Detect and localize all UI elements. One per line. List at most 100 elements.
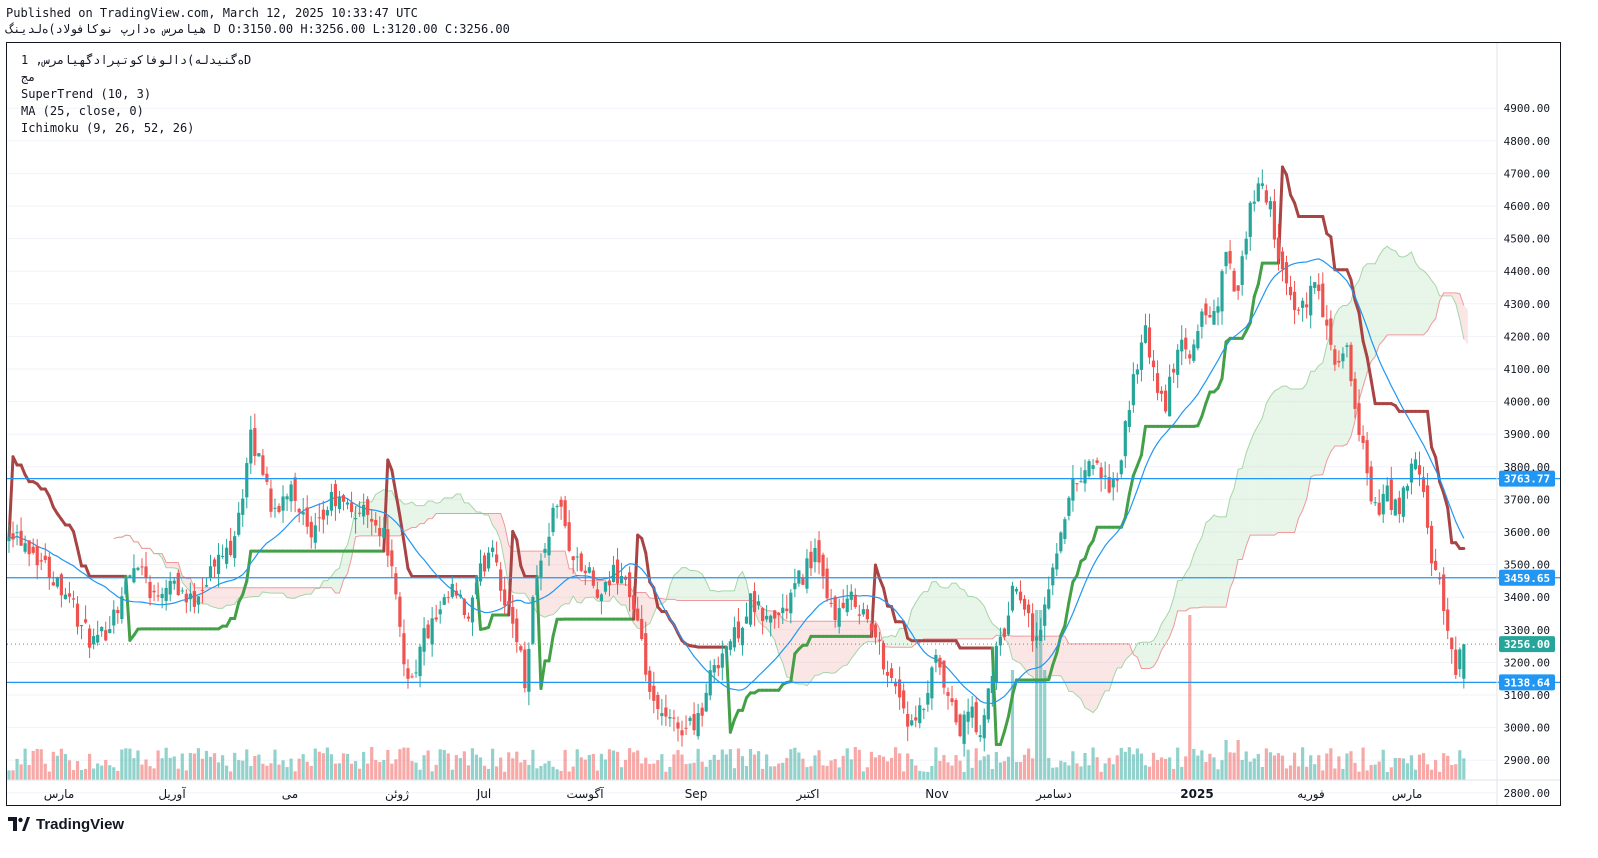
candle-body[interactable] bbox=[79, 624, 84, 627]
candle-body[interactable] bbox=[676, 722, 680, 729]
candle-body[interactable] bbox=[1357, 403, 1361, 435]
candle-body[interactable] bbox=[27, 540, 31, 555]
candle-body[interactable] bbox=[978, 735, 982, 738]
candle-body[interactable] bbox=[1155, 373, 1160, 393]
candle-body[interactable] bbox=[1397, 497, 1401, 515]
candle-body[interactable] bbox=[950, 698, 954, 703]
candle-body[interactable] bbox=[1022, 598, 1027, 610]
candle-body[interactable] bbox=[1143, 325, 1148, 343]
candle-body[interactable] bbox=[656, 694, 660, 710]
price-chart[interactable]: 3763.77 3459.65 3138.64 3256.00 2800.00 2900.… bbox=[7, 43, 1560, 805]
candle-body[interactable] bbox=[297, 508, 301, 513]
candle-body[interactable] bbox=[974, 702, 978, 733]
candle-body[interactable] bbox=[817, 540, 821, 563]
candle-body[interactable] bbox=[765, 615, 769, 620]
candle-body[interactable] bbox=[942, 660, 946, 688]
candle-body[interactable] bbox=[1280, 251, 1285, 270]
candle-body[interactable] bbox=[261, 455, 265, 475]
candle-body[interactable] bbox=[434, 617, 438, 620]
candle-body[interactable] bbox=[92, 636, 96, 645]
candle-body[interactable] bbox=[39, 560, 43, 562]
candle-body[interactable] bbox=[83, 619, 88, 623]
candle-body[interactable] bbox=[1035, 636, 1039, 641]
candle-body[interactable] bbox=[1236, 285, 1240, 291]
candle-body[interactable] bbox=[1405, 485, 1410, 491]
candle-body[interactable] bbox=[241, 498, 245, 515]
candle-body[interactable] bbox=[700, 707, 704, 716]
candle-body[interactable] bbox=[1176, 349, 1180, 375]
candle-body[interactable] bbox=[1006, 615, 1011, 635]
candle-body[interactable] bbox=[970, 706, 974, 718]
candle-body[interactable] bbox=[329, 491, 333, 511]
candle-body[interactable] bbox=[515, 618, 519, 643]
candle-body[interactable] bbox=[1224, 252, 1228, 267]
candle-body[interactable] bbox=[7, 536, 11, 542]
candle-body[interactable] bbox=[301, 512, 305, 515]
candle-body[interactable] bbox=[1087, 461, 1091, 477]
candle-body[interactable] bbox=[1188, 354, 1192, 359]
candle-body[interactable] bbox=[885, 671, 890, 676]
candle-body[interactable] bbox=[531, 597, 535, 644]
candle-body[interactable] bbox=[1381, 493, 1385, 515]
candle-body[interactable] bbox=[857, 614, 861, 616]
candle-body[interactable] bbox=[720, 653, 724, 668]
candle-body[interactable] bbox=[1095, 460, 1099, 463]
candle-body[interactable] bbox=[1091, 465, 1095, 469]
candle-body[interactable] bbox=[607, 580, 612, 586]
candle-body[interactable] bbox=[15, 532, 19, 534]
candle-body[interactable] bbox=[1309, 285, 1313, 316]
candle-body[interactable] bbox=[664, 707, 668, 717]
candle-body[interactable] bbox=[1151, 360, 1156, 368]
candle-body[interactable] bbox=[450, 583, 454, 598]
candle-body[interactable] bbox=[172, 580, 176, 584]
candle-body[interactable] bbox=[470, 597, 475, 623]
candle-body[interactable] bbox=[877, 639, 882, 641]
candle-body[interactable] bbox=[200, 589, 205, 591]
candle-body[interactable] bbox=[894, 682, 898, 687]
candle-body[interactable] bbox=[208, 566, 213, 578]
candle-body[interactable] bbox=[825, 568, 829, 599]
candle-body[interactable] bbox=[1071, 478, 1075, 501]
candle-body[interactable] bbox=[563, 500, 567, 527]
candle-body[interactable] bbox=[1216, 306, 1220, 313]
candle-body[interactable] bbox=[1434, 560, 1438, 570]
candle-body[interactable] bbox=[1413, 459, 1418, 470]
candle-body[interactable] bbox=[539, 560, 543, 577]
candle-body[interactable] bbox=[595, 589, 599, 598]
candle-body[interactable] bbox=[132, 568, 136, 583]
candle-body[interactable] bbox=[1345, 345, 1349, 347]
candle-body[interactable] bbox=[293, 477, 297, 501]
candle-body[interactable] bbox=[813, 548, 817, 563]
candle-body[interactable] bbox=[958, 714, 962, 737]
candle-body[interactable] bbox=[63, 594, 68, 600]
candle-body[interactable] bbox=[688, 717, 692, 721]
candle-body[interactable] bbox=[938, 657, 942, 668]
candle-body[interactable] bbox=[1131, 374, 1135, 406]
candle-body[interactable] bbox=[696, 713, 700, 737]
candle-body[interactable] bbox=[1268, 201, 1272, 210]
candle-body[interactable] bbox=[1002, 628, 1007, 638]
candle-body[interactable] bbox=[990, 675, 994, 694]
candle-body[interactable] bbox=[873, 624, 878, 638]
candle-body[interactable] bbox=[482, 555, 487, 572]
candle-body[interactable] bbox=[865, 609, 869, 620]
candle-body[interactable] bbox=[668, 717, 672, 719]
candle-body[interactable] bbox=[184, 593, 188, 603]
candle-body[interactable] bbox=[1240, 256, 1244, 285]
candle-body[interactable] bbox=[438, 609, 442, 615]
candle-body[interactable] bbox=[1103, 475, 1107, 477]
candle-body[interactable] bbox=[281, 496, 285, 511]
legend-ichimoku[interactable]: Ichimoku (9, 26, 52, 26) bbox=[21, 121, 194, 135]
candle-body[interactable] bbox=[1047, 589, 1051, 609]
candle-body[interactable] bbox=[1212, 311, 1216, 325]
candle-body[interactable] bbox=[1063, 519, 1067, 539]
candle-body[interactable] bbox=[11, 533, 15, 540]
candle-body[interactable] bbox=[265, 473, 269, 482]
candle-body[interactable] bbox=[277, 506, 281, 512]
candle-body[interactable] bbox=[382, 527, 386, 538]
candle-body[interactable] bbox=[1393, 499, 1397, 516]
candle-body[interactable] bbox=[96, 634, 100, 643]
candle-body[interactable] bbox=[797, 570, 801, 584]
candle-body[interactable] bbox=[1139, 342, 1144, 370]
candle-body[interactable] bbox=[994, 645, 998, 683]
